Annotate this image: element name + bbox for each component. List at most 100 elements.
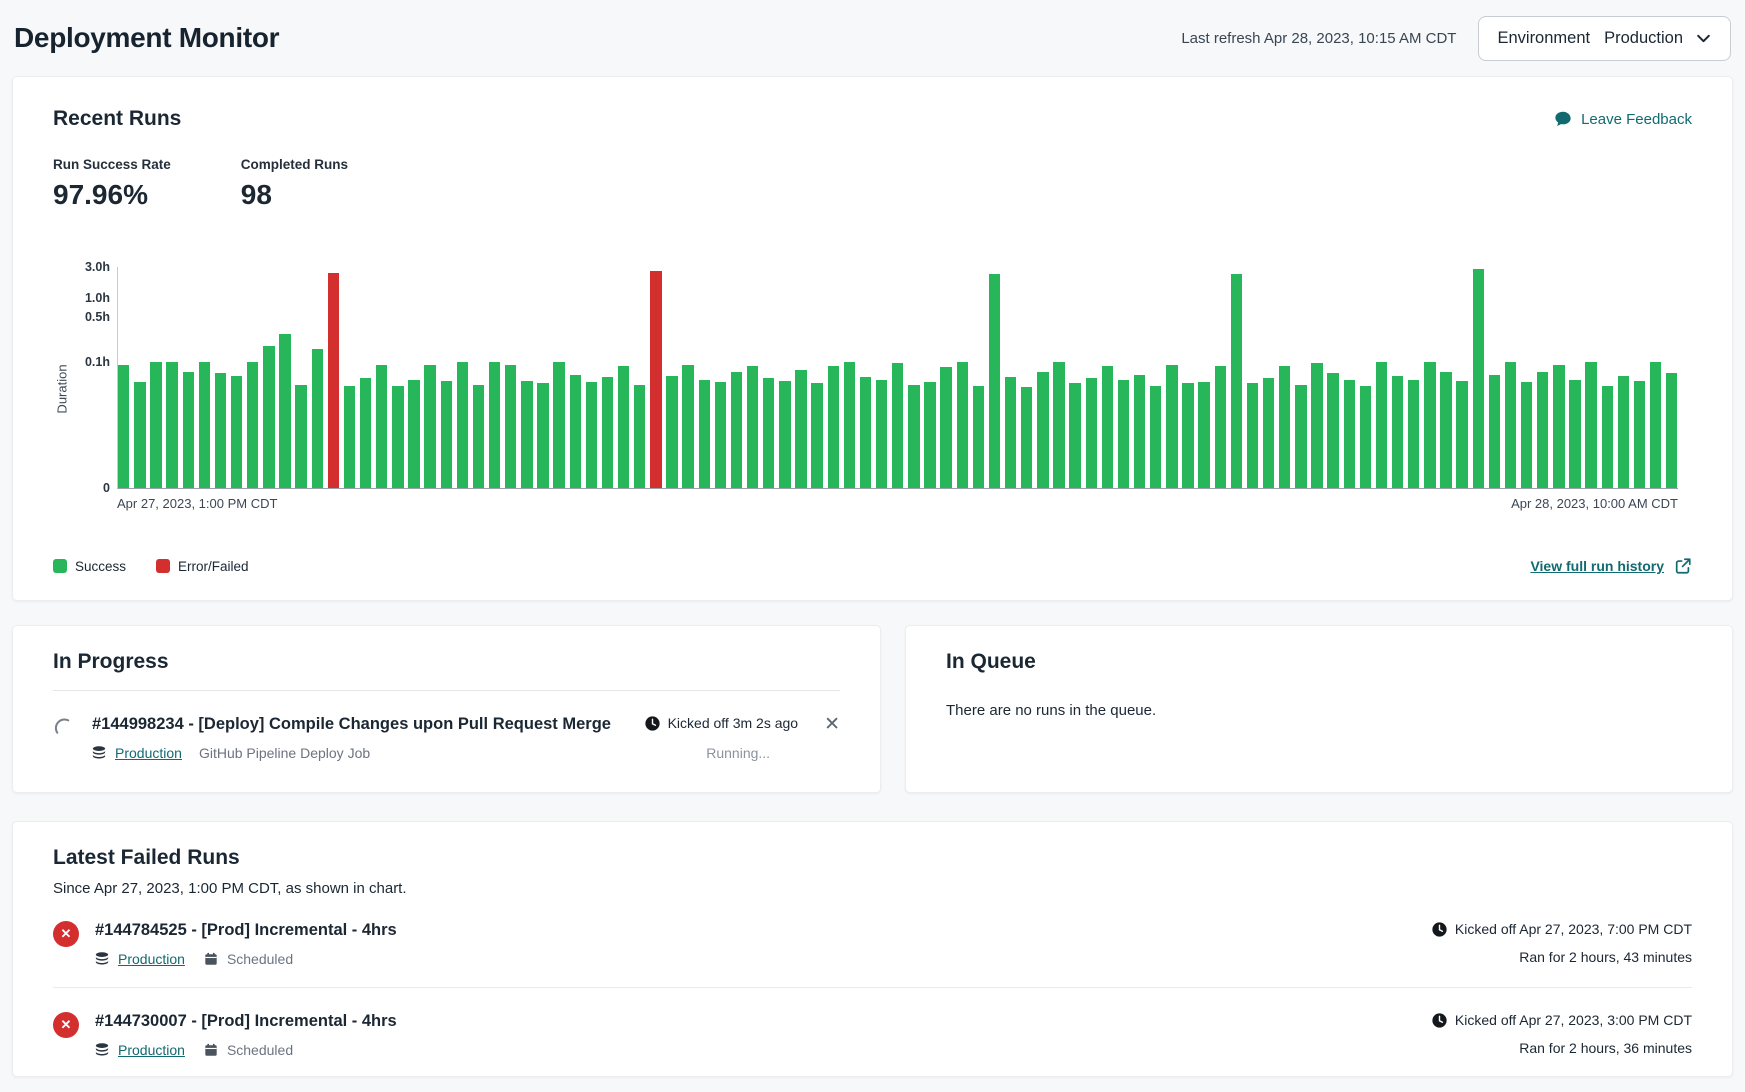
chart-bar-success[interactable]	[1118, 380, 1129, 488]
close-icon[interactable]: ✕	[824, 715, 840, 761]
chart-bar-success[interactable]	[392, 386, 403, 488]
chart-bar-success[interactable]	[570, 375, 581, 488]
run-environment-link[interactable]: Production	[118, 1042, 185, 1058]
chart-bar-success[interactable]	[344, 386, 355, 488]
chart-bar-success[interactable]	[199, 362, 210, 488]
chart-bar-success[interactable]	[1344, 380, 1355, 488]
chart-bar-success[interactable]	[505, 365, 516, 488]
chart-bar-success[interactable]	[908, 385, 919, 488]
chart-bar-success[interactable]	[924, 382, 935, 488]
run-environment-link[interactable]: Production	[115, 745, 182, 761]
chart-bar-success[interactable]	[666, 376, 677, 488]
chart-bar-success[interactable]	[1037, 372, 1048, 488]
chart-bar-error[interactable]	[328, 273, 339, 488]
chart-bar-success[interactable]	[1166, 365, 1177, 488]
chart-bar-success[interactable]	[1585, 362, 1596, 488]
chart-bar-success[interactable]	[1473, 269, 1484, 488]
view-full-run-history-link[interactable]: View full run history	[1530, 557, 1692, 575]
chart-bar-success[interactable]	[1408, 380, 1419, 488]
chart-bar-success[interactable]	[457, 362, 468, 488]
chart-bar-success[interactable]	[1021, 387, 1032, 488]
chart-bar-success[interactable]	[441, 381, 452, 488]
chart-bar-success[interactable]	[1602, 386, 1613, 488]
chart-bar-success[interactable]	[553, 362, 564, 488]
chart-bar-success[interactable]	[1215, 366, 1226, 488]
chart-bar-success[interactable]	[1327, 373, 1338, 488]
chart-bar-success[interactable]	[699, 380, 710, 488]
chart-bar-success[interactable]	[940, 367, 951, 488]
chart-bar-success[interactable]	[1231, 274, 1242, 488]
chart-bar-success[interactable]	[183, 372, 194, 488]
chart-bar-success[interactable]	[1311, 363, 1322, 488]
chart-bar-success[interactable]	[1376, 362, 1387, 488]
chart-bar-success[interactable]	[424, 365, 435, 488]
chart-bar-success[interactable]	[1537, 372, 1548, 488]
chart-bar-success[interactable]	[1150, 386, 1161, 488]
chart-bar-success[interactable]	[1053, 362, 1064, 488]
chart-bar-success[interactable]	[1247, 383, 1258, 488]
chart-bar-success[interactable]	[1440, 372, 1451, 488]
chart-bar-success[interactable]	[763, 378, 774, 488]
chart-bar-success[interactable]	[811, 383, 822, 488]
chart-bar-success[interactable]	[860, 377, 871, 488]
legend-item-error[interactable]: Error/Failed	[156, 559, 249, 574]
chart-bar-success[interactable]	[973, 386, 984, 488]
run-environment-link[interactable]: Production	[118, 951, 185, 967]
chart-bar-success[interactable]	[263, 346, 274, 488]
chart-bar-success[interactable]	[408, 380, 419, 488]
chart-bar-success[interactable]	[779, 381, 790, 488]
chart-bar-success[interactable]	[1086, 378, 1097, 488]
chart-bar-success[interactable]	[231, 376, 242, 488]
chart-bar-success[interactable]	[844, 362, 855, 488]
chart-bar-success[interactable]	[876, 380, 887, 488]
environment-dropdown[interactable]: Environment Production	[1478, 16, 1731, 61]
chart-bar-success[interactable]	[166, 362, 177, 488]
chart-bar-success[interactable]	[1263, 378, 1274, 488]
chart-bar-success[interactable]	[1634, 381, 1645, 488]
chart-bar-success[interactable]	[1134, 375, 1145, 488]
chart-bar-success[interactable]	[247, 362, 258, 488]
chart-bar-success[interactable]	[118, 365, 129, 488]
chart-bar-success[interactable]	[1666, 373, 1677, 488]
chart-bar-success[interactable]	[134, 382, 145, 488]
chart-bar-success[interactable]	[892, 363, 903, 488]
chart-bar-success[interactable]	[795, 370, 806, 488]
chart-bar-success[interactable]	[989, 274, 1000, 488]
chart-bar-success[interactable]	[747, 366, 758, 488]
chart-bar-success[interactable]	[279, 334, 290, 488]
chart-bar-success[interactable]	[1198, 382, 1209, 488]
chart-bar-success[interactable]	[295, 385, 306, 488]
chart-bar-success[interactable]	[1489, 375, 1500, 488]
chart-bar-success[interactable]	[715, 382, 726, 488]
chart-bar-success[interactable]	[602, 377, 613, 488]
chart-bar-success[interactable]	[1360, 386, 1371, 488]
chart-bar-success[interactable]	[150, 362, 161, 488]
chart-bar-success[interactable]	[957, 362, 968, 488]
chart-bar-success[interactable]	[618, 366, 629, 488]
chart-bar-success[interactable]	[1295, 385, 1306, 488]
chart-bar-success[interactable]	[1392, 376, 1403, 488]
chart-bar-success[interactable]	[215, 373, 226, 488]
chart-bar-success[interactable]	[489, 362, 500, 488]
chart-bar-success[interactable]	[1521, 382, 1532, 488]
chart-bar-success[interactable]	[731, 372, 742, 488]
chart-bar-success[interactable]	[1618, 376, 1629, 488]
leave-feedback-link[interactable]: Leave Feedback	[1554, 110, 1692, 128]
chart-bar-success[interactable]	[1069, 383, 1080, 488]
chart-bar-success[interactable]	[634, 385, 645, 488]
chart-bar-success[interactable]	[537, 383, 548, 488]
chart-bar-success[interactable]	[1650, 362, 1661, 488]
chart-bar-success[interactable]	[828, 366, 839, 488]
chart-bar-success[interactable]	[586, 382, 597, 488]
chart-bar-success[interactable]	[1182, 383, 1193, 488]
chart-bar-success[interactable]	[1553, 365, 1564, 488]
legend-item-success[interactable]: Success	[53, 559, 126, 574]
chart-bar-success[interactable]	[473, 385, 484, 488]
chart-bar-success[interactable]	[1424, 362, 1435, 488]
chart-bar-success[interactable]	[360, 378, 371, 488]
chart-bar-success[interactable]	[312, 349, 323, 488]
chart-bar-success[interactable]	[682, 365, 693, 488]
chart-bar-success[interactable]	[1569, 380, 1580, 488]
chart-bar-success[interactable]	[376, 365, 387, 488]
chart-bar-error[interactable]	[650, 271, 661, 488]
